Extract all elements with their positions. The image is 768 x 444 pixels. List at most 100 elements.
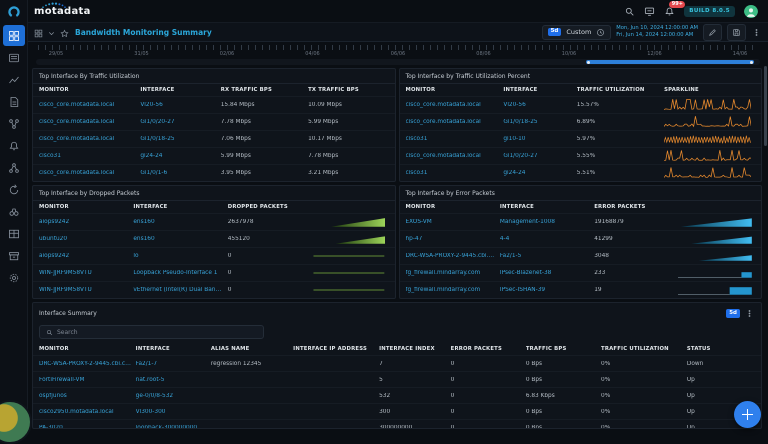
- monitor-link[interactable]: cisco_core.motadata.local: [39, 119, 140, 125]
- monitor-link[interactable]: fg_firewall.mindarray.com: [406, 287, 500, 293]
- sidebar-item-flow-explorer[interactable]: [3, 113, 25, 134]
- interface-link[interactable]: loopback-300000000: [136, 425, 211, 430]
- interface-link[interactable]: 4-4: [500, 236, 594, 242]
- interface-link[interactable]: nat.root-5: [136, 377, 211, 383]
- summary-header: Interface Summary 5d: [33, 303, 761, 322]
- monitor-link[interactable]: cisco_core.motadata.local: [406, 153, 504, 159]
- remote-display-icon[interactable]: [644, 6, 655, 17]
- sparkline-cell: [664, 116, 755, 128]
- monitor-link[interactable]: cisco31: [406, 170, 504, 176]
- sparkline-chart: [678, 250, 752, 262]
- column-header: INTERFACE: [503, 87, 576, 93]
- save-dashboard-button[interactable]: [727, 24, 746, 41]
- interface-link[interactable]: gi24-24: [140, 153, 220, 159]
- sidebar-item-metric-explorer[interactable]: [3, 69, 25, 90]
- sidebar-item-topology[interactable]: [3, 157, 25, 178]
- monitor-link[interactable]: cisco_core.motadata.local: [39, 136, 140, 142]
- interface-link[interactable]: Vl20-56: [503, 102, 576, 108]
- monitor-link[interactable]: cisco_core.motadata.local: [39, 170, 140, 176]
- monitor-link[interactable]: cisco_core.motadata.local: [406, 119, 504, 125]
- sidebar-item-monitors[interactable]: [3, 47, 25, 68]
- monitor-link[interactable]: DRC-WSA-PROXY-2-9445.cbi.co.in: [39, 361, 136, 367]
- favorite-star-icon[interactable]: [60, 23, 69, 42]
- value-cell: 3.21 Mbps: [308, 170, 388, 176]
- table-row: aiops9242lo0: [33, 248, 395, 265]
- sparkline-chart: [312, 267, 386, 279]
- sidebar-item-reports[interactable]: [3, 223, 25, 244]
- interface-link[interactable]: ge-0/0/8-532: [136, 393, 211, 399]
- interface-link[interactable]: lo: [133, 253, 227, 259]
- panel-title: Top Interface by Traffic Utilization Per…: [400, 69, 762, 84]
- monitor-link[interactable]: cisco31: [406, 136, 504, 142]
- sidebar-item-discovery[interactable]: [3, 201, 25, 222]
- monitor-link[interactable]: fg_firewall.mindarray.com: [406, 270, 500, 276]
- value-cell: 6.89%: [577, 119, 664, 125]
- panel-title: Top Interface by Dropped Packets: [33, 186, 395, 201]
- monitor-link[interactable]: ospfjunos: [39, 393, 136, 399]
- monitor-link[interactable]: DRC-WSA-PROXY-2-9445.cbi.co.in: [406, 253, 500, 259]
- interface-link[interactable]: Gi1/0/1-6: [140, 170, 220, 176]
- timeline-labels: 29/0531/0502/0604/0606/0608/0610/0612/06…: [36, 50, 760, 59]
- interface-link[interactable]: gi24-24: [503, 170, 576, 176]
- interface-link[interactable]: gi10-10: [503, 136, 576, 142]
- sidebar-item-log-explorer[interactable]: [3, 91, 25, 112]
- search-input[interactable]: [57, 329, 257, 336]
- value-cell: 0%: [601, 393, 687, 399]
- interface-link[interactable]: Vl300-300: [136, 409, 211, 415]
- timeline-track[interactable]: [36, 59, 760, 65]
- interface-link[interactable]: vEthernet (Intel(R) Dual Band Wirele...: [133, 287, 227, 293]
- add-button[interactable]: [734, 401, 761, 428]
- interface-link[interactable]: IPSec-ISHAN-39: [500, 287, 594, 293]
- interface-link[interactable]: Management-1008: [500, 219, 594, 225]
- interface-link[interactable]: Gi1/0/18-25: [140, 136, 220, 142]
- monitor-link[interactable]: FortiFirewall-VM: [39, 377, 136, 383]
- monitor-link[interactable]: aiops9242: [39, 219, 133, 225]
- interface-link[interactable]: ens160: [133, 236, 227, 242]
- selection-handle-right[interactable]: [750, 61, 753, 64]
- sparkline-cell: [664, 133, 755, 145]
- sidebar-item-dashboard[interactable]: [3, 25, 25, 46]
- interface-link[interactable]: Loopback Pseudo-Interface 1: [133, 270, 227, 276]
- monitor-link[interactable]: hp-47: [406, 236, 500, 242]
- monitor-link[interactable]: cisco_core.motadata.local: [39, 102, 140, 108]
- time-range-selector[interactable]: 5d Custom: [542, 25, 612, 40]
- timeline-selection[interactable]: [586, 60, 754, 64]
- summary-header-actions: 5d: [726, 307, 755, 320]
- monitor-link[interactable]: aiops9242: [39, 253, 133, 259]
- interface-link[interactable]: Gi1/0/20-27: [503, 153, 576, 159]
- interface-link[interactable]: IPsec-Blazenet-38: [500, 270, 594, 276]
- brand-logo-icon[interactable]: [0, 0, 28, 24]
- interface-link[interactable]: ens160: [133, 219, 227, 225]
- interface-link[interactable]: Gi1/0/18-25: [503, 119, 576, 125]
- sidebar-item-audit[interactable]: [3, 245, 25, 266]
- monitor-link[interactable]: cisco2950.motadata.local: [39, 409, 136, 415]
- dashboard-grid-icon[interactable]: [34, 23, 43, 42]
- value-cell: 300: [379, 409, 451, 415]
- monitor-link[interactable]: ubuntu20: [39, 236, 133, 242]
- interface-link[interactable]: Gi1/0/20-27: [140, 119, 220, 125]
- sidebar-item-settings[interactable]: [3, 267, 25, 288]
- summary-duration-badge: 5d: [726, 309, 740, 318]
- monitor-link[interactable]: WIN-JJRF9M58VTU: [39, 287, 133, 293]
- monitor-link[interactable]: WIN-JJRF9M58VTU: [39, 270, 133, 276]
- interface-link[interactable]: Fa2/1-7: [136, 361, 211, 367]
- edit-dashboard-button[interactable]: [703, 24, 722, 41]
- chevron-down-icon[interactable]: [47, 23, 56, 42]
- monitor-link[interactable]: EXOS-VM: [406, 219, 500, 225]
- notifications-bell-icon[interactable]: 99+: [664, 6, 675, 17]
- sidebar-item-automation[interactable]: [3, 179, 25, 200]
- interface-link[interactable]: Fa2/1-5: [500, 253, 594, 259]
- panel-2: Top Interface by Traffic Utilization Per…: [399, 68, 763, 182]
- user-avatar[interactable]: [744, 4, 758, 18]
- dashboard-more-menu[interactable]: [751, 26, 762, 39]
- summary-search[interactable]: [39, 325, 264, 339]
- monitor-link[interactable]: PA-3020: [39, 425, 136, 430]
- summary-more-menu[interactable]: [744, 307, 755, 320]
- selection-handle-left[interactable]: [587, 61, 590, 64]
- interface-link[interactable]: Vl20-56: [140, 102, 220, 108]
- search-icon[interactable]: [624, 6, 635, 17]
- page-scrollbar[interactable]: [764, 66, 767, 146]
- monitor-link[interactable]: cisco_core.motadata.local: [406, 102, 504, 108]
- sidebar-item-alerts[interactable]: [3, 135, 25, 156]
- monitor-link[interactable]: cisco31: [39, 153, 140, 159]
